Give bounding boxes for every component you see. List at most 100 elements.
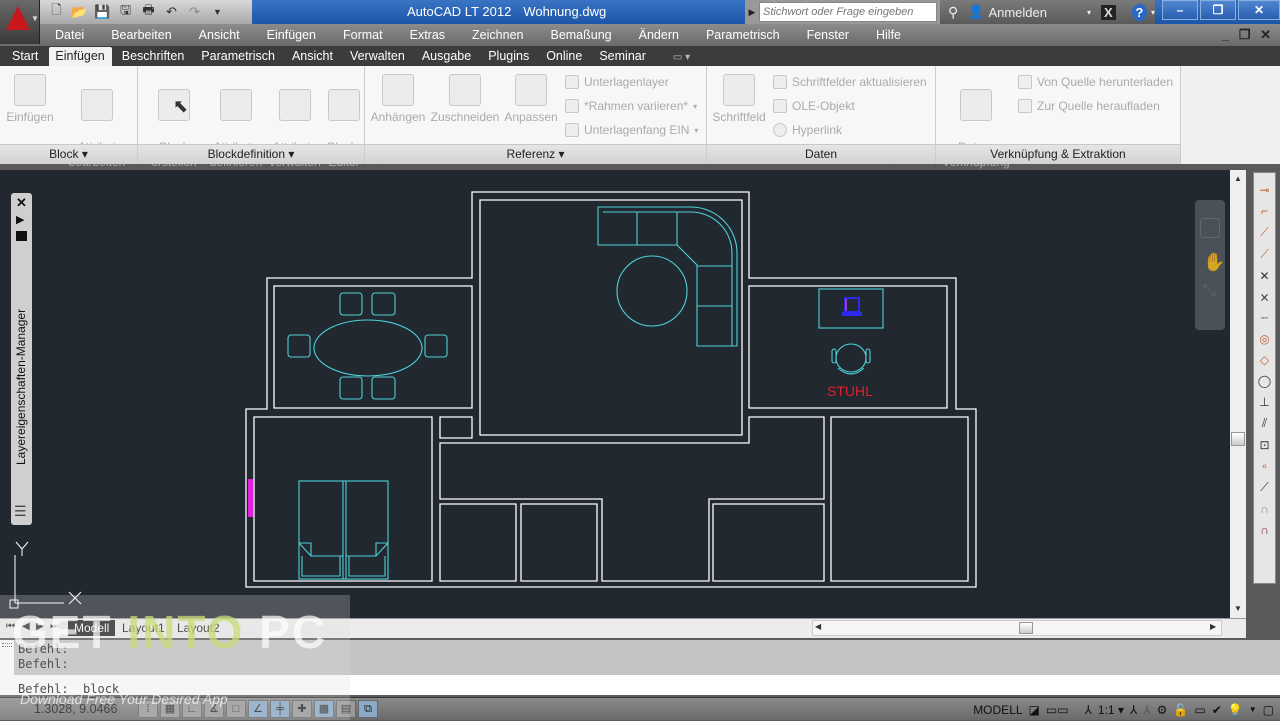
tab-einfuegen[interactable]: Einfügen [49,47,112,66]
close-button[interactable]: ✕ [1238,0,1280,20]
exchange-icon[interactable]: X [1101,4,1116,20]
tab-plugins[interactable]: Plugins [482,47,536,66]
drawing-canvas[interactable]: STUHL ✋ ⤡ [0,170,1230,620]
panel-title-daten[interactable]: Daten [707,144,935,164]
properties-icon[interactable] [16,231,27,241]
panel-title-block[interactable]: Block ▾ [0,144,137,164]
lightbulb-icon[interactable]: 💡 [1228,703,1243,717]
snap-parallel-icon[interactable]: ⫽ [1262,416,1267,431]
osnap-icon[interactable]: □ [226,700,246,718]
vertical-scrollbar[interactable]: ▲ ▼ [1230,170,1246,620]
panel-title-verknuepfung[interactable]: Verknüpfung & Extraktion [936,144,1180,164]
scroll-left-icon[interactable]: ◀ [815,622,821,631]
upload-to-source-button[interactable]: Zur Quelle heraufladen [1018,99,1160,113]
last-tab-icon[interactable]: ⏭ [50,621,59,632]
document-window-controls[interactable]: _ ❐ ✕ [1222,27,1274,43]
help-icon[interactable]: ? [1131,3,1147,21]
scroll-right-icon[interactable]: ▶ [1210,622,1216,631]
save-as-icon[interactable]: 🖫 [117,2,134,20]
signin-link[interactable]: Anmelden [988,5,1047,20]
dynamic-ucs-icon[interactable]: ∠ [248,700,268,718]
menu-einfuegen[interactable]: Einfügen [267,28,316,42]
steering-wheel-icon[interactable] [1200,218,1220,238]
clean-screen-icon[interactable]: ▢ [1263,703,1274,717]
polar-icon[interactable]: ∡ [204,700,224,718]
user-icon[interactable]: 👤 [968,4,984,20]
autohide-icon[interactable]: ▶ [16,213,24,226]
underlay-layers-button[interactable]: Unterlagenlayer [565,75,669,89]
tab-ansicht[interactable]: Ansicht [286,47,340,66]
snap-apparent-intersection-icon[interactable]: ⨯ [1259,290,1269,304]
menu-parametrisch[interactable]: Parametrisch [706,28,780,42]
snap-node-icon[interactable]: ∘ [1261,459,1269,473]
panel-title-referenz[interactable]: Referenz ▾ [365,144,706,164]
tab-seminar[interactable]: Seminar [593,47,653,66]
first-tab-icon[interactable]: ⏮ [6,621,15,632]
tab-start[interactable]: Start [6,47,45,66]
snap-tangent-icon[interactable]: ◯ [1258,374,1271,388]
snap-nearest-icon[interactable]: ⟋ [1260,480,1268,495]
menu-bearbeiten[interactable]: Bearbeiten [111,28,171,42]
snap-from-icon[interactable]: ⌐ [1261,204,1268,218]
chevron-down-icon[interactable]: ▾ [1151,8,1155,17]
menu-zeichnen[interactable]: Zeichnen [472,28,523,42]
command-input[interactable]: Befehl: _block [14,676,1280,695]
snap-center-icon[interactable]: ◎ [1259,332,1269,346]
coordinate-readout[interactable]: 1.3028, 9.0466 [34,702,117,716]
insert-block-button[interactable]: Einfügen [4,70,56,125]
next-tab-icon[interactable]: ▶ [36,621,44,632]
plot-icon[interactable]: 🖶 [140,2,157,20]
tab-modell[interactable]: Modell [68,620,116,636]
tab-ausgabe[interactable]: Ausgabe [416,47,478,66]
tab-online[interactable]: Online [540,47,589,66]
application-menu-button[interactable]: ▼ [0,0,40,44]
menu-format[interactable]: Format [343,28,383,42]
tab-beschriften[interactable]: Beschriften [116,47,192,66]
grid-icon[interactable]: ▦ [160,700,180,718]
redo-icon[interactable]: ↷ [186,4,203,20]
customize-icon[interactable]: ▼ [209,4,226,20]
download-from-source-button[interactable]: Von Quelle herunterladen [1018,75,1173,89]
model-space-toggle[interactable]: MODELL [973,703,1022,717]
underlay-snap-dropdown[interactable]: Unterlagenfang EIN ▾ [565,123,698,137]
undo-icon[interactable]: ↶ [163,4,180,20]
scroll-down-icon[interactable]: ▼ [1234,604,1242,613]
hardware-accel-icon[interactable]: ▭ [1194,703,1205,717]
attach-button[interactable]: Anhängen [369,70,427,125]
menu-fenster[interactable]: Fenster [807,28,849,42]
scroll-thumb[interactable] [1019,622,1033,634]
chevron-down-icon[interactable]: ▾ [1087,8,1091,17]
scroll-thumb[interactable] [1231,432,1245,446]
snap-none-icon[interactable]: ∩ [1260,502,1269,516]
pan-hand-icon[interactable]: ✋ [1203,252,1225,273]
layout-viewport-icon[interactable]: ◪ [1029,703,1040,717]
selection-cycling-icon[interactable]: ⧉ [358,700,378,718]
adjust-button[interactable]: Anpassen [503,70,559,125]
clip-button[interactable]: Zuschneiden [429,70,501,125]
ole-object-button[interactable]: OLE-Objekt [773,99,855,113]
snap-extension-icon[interactable]: ┈ [1261,311,1268,325]
snap-intersection-icon[interactable]: ✕ [1259,269,1269,283]
menu-extras[interactable]: Extras [410,28,445,42]
horizontal-scrollbar[interactable]: ◀ ▶ [812,620,1222,636]
binoculars-icon[interactable]: ⚲ [948,4,958,21]
snap-perpendicular-icon[interactable]: ⊥ [1259,395,1269,409]
scroll-up-icon[interactable]: ▲ [1234,174,1242,183]
annotation-scale[interactable]: 1:1 ▾ [1098,703,1124,717]
minimize-button[interactable]: – [1162,0,1198,20]
menu-ansicht[interactable]: Ansicht [199,28,240,42]
annotation-scale-icon[interactable]: ⅄ [1085,703,1092,717]
auto-scale-icon[interactable]: ⅄ [1143,703,1150,717]
snap-endpoint-icon[interactable]: ⟋ [1260,225,1268,240]
snap-temp-track-icon[interactable]: ⊸ [1259,183,1269,197]
menu-bemassung[interactable]: Bemaßung [550,28,611,42]
otrack-icon[interactable]: ╪ [270,700,290,718]
tab-parametrisch[interactable]: Parametrisch [195,47,282,66]
open-icon[interactable]: 📂 [71,4,88,20]
lineweight-icon[interactable]: ▩ [314,700,334,718]
search-input[interactable] [759,2,937,22]
snap-mode-icon[interactable]: ⁞ [138,700,158,718]
close-icon[interactable]: ✕ [16,195,27,211]
toolbar-lock-icon[interactable]: 🔓 [1173,703,1188,717]
quick-properties-icon[interactable]: ▤ [336,700,356,718]
